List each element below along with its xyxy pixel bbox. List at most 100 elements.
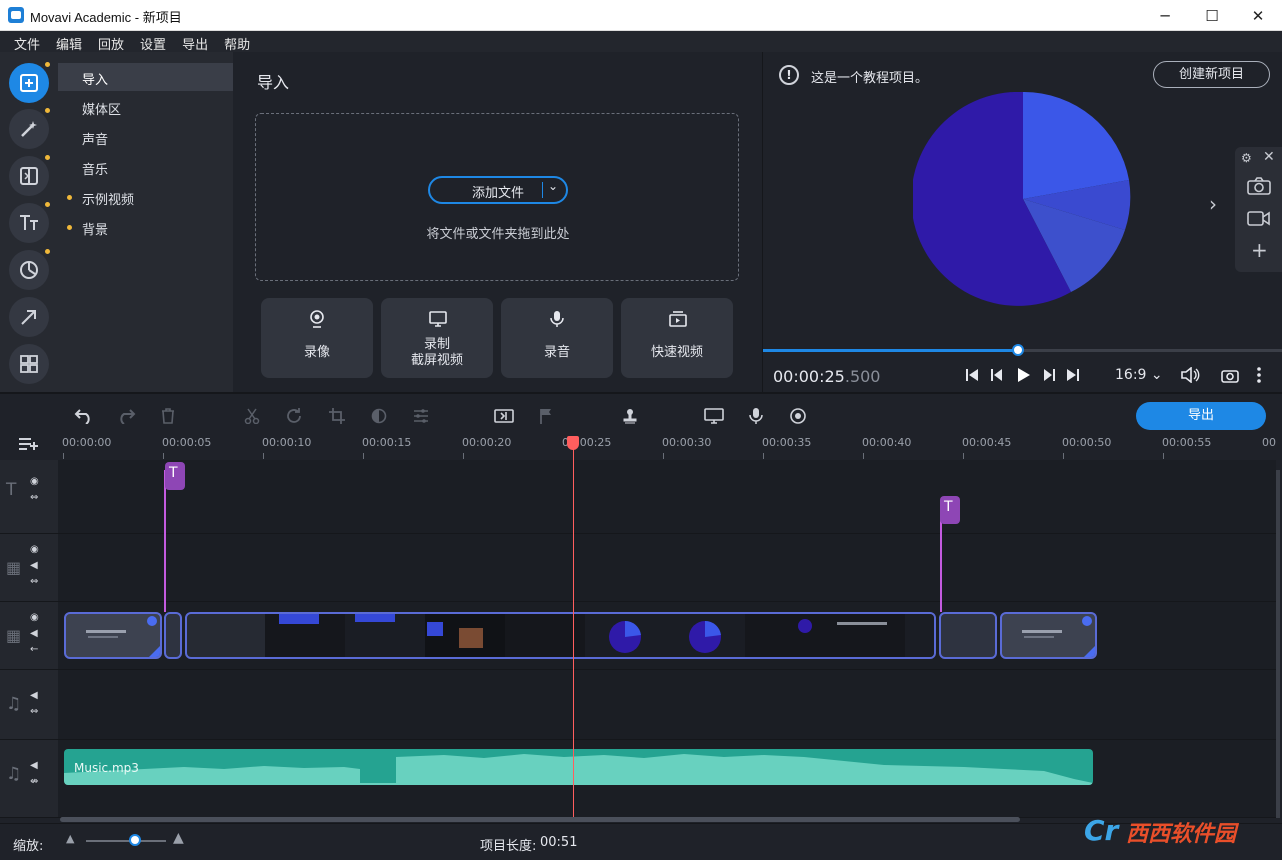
mountain-small-icon[interactable]: ▲ bbox=[66, 832, 74, 845]
filters-tool-button[interactable] bbox=[9, 108, 50, 149]
title-clip-marker[interactable]: T bbox=[165, 462, 185, 490]
nav-item-backgrounds[interactable]: 背景 bbox=[58, 213, 233, 241]
nav-item-sounds[interactable]: 声音 bbox=[58, 123, 233, 151]
record-screen-button[interactable]: 录制 截屏视频 bbox=[381, 298, 493, 378]
horizontal-scrollbar[interactable] bbox=[60, 817, 1020, 822]
undo-icon[interactable] bbox=[73, 405, 95, 427]
import-tool-button[interactable] bbox=[9, 62, 50, 103]
snapshot-icon[interactable] bbox=[1247, 177, 1271, 195]
webcam-icon[interactable] bbox=[787, 405, 809, 427]
transition-wizard-icon[interactable] bbox=[493, 405, 515, 427]
arrow-left-icon[interactable]: ← bbox=[30, 644, 38, 655]
stamp-icon[interactable] bbox=[619, 405, 641, 427]
more-options-icon[interactable] bbox=[1247, 365, 1271, 385]
skip-end-icon[interactable] bbox=[1061, 365, 1085, 385]
mountain-large-icon[interactable]: ▲ bbox=[173, 830, 184, 846]
zoom-slider[interactable] bbox=[86, 840, 166, 842]
timeline-ruler[interactable]: 00:00:00 00:00:05 00:00:10 00:00:15 00:0… bbox=[58, 436, 1282, 460]
music-clip[interactable]: Music.mp3 bbox=[64, 749, 1093, 785]
redo-icon[interactable] bbox=[115, 405, 137, 427]
menu-edit[interactable]: 编辑 bbox=[48, 31, 90, 53]
play-icon[interactable] bbox=[1011, 365, 1035, 385]
record-audio-button[interactable]: 录音 bbox=[501, 298, 613, 378]
playback-scrubber[interactable] bbox=[763, 344, 1282, 356]
nav-item-sample-videos[interactable]: 示例视频 bbox=[58, 183, 233, 211]
zoom-slider-handle[interactable] bbox=[129, 834, 141, 846]
link-icon[interactable]: ⇔ bbox=[30, 492, 38, 503]
outro-clip[interactable] bbox=[1000, 612, 1097, 659]
callouts-tool-button[interactable] bbox=[9, 297, 49, 337]
record-video-button[interactable]: 录像 bbox=[261, 298, 373, 378]
camera-icon[interactable] bbox=[1218, 365, 1242, 385]
menu-help[interactable]: 帮助 bbox=[216, 31, 258, 53]
speaker-icon[interactable]: ◀ bbox=[30, 690, 38, 701]
eye-icon[interactable]: ◉ bbox=[30, 544, 39, 555]
menu-file[interactable]: 文件 bbox=[6, 31, 48, 53]
crop-icon[interactable] bbox=[326, 405, 348, 427]
unlink-icon[interactable]: ⇎ bbox=[30, 776, 38, 787]
chevron-down-icon[interactable]: ⌄ bbox=[548, 179, 558, 193]
drop-zone[interactable]: 添加文件 ⌄ 将文件或文件夹拖到此处 bbox=[255, 113, 739, 281]
ruler-tick bbox=[763, 453, 764, 459]
close-button[interactable]: ✕ bbox=[1235, 0, 1281, 31]
eye-icon[interactable]: ◉ bbox=[30, 476, 39, 487]
speaker-icon[interactable]: ◀ bbox=[30, 628, 38, 639]
main-video-clip[interactable] bbox=[185, 612, 936, 659]
vertical-scrollbar[interactable] bbox=[1276, 470, 1280, 818]
nav-item-media[interactable]: 媒体区 bbox=[58, 93, 233, 121]
nav-label: 背景 bbox=[82, 223, 109, 238]
cut-icon[interactable] bbox=[241, 405, 263, 427]
screen-capture-icon[interactable] bbox=[703, 405, 725, 427]
minimize-button[interactable]: ─ bbox=[1142, 0, 1188, 31]
title-clip-marker[interactable]: T bbox=[940, 496, 960, 524]
nav-item-music[interactable]: 音乐 bbox=[58, 153, 233, 181]
close-icon[interactable]: ✕ bbox=[1263, 149, 1275, 165]
playhead-handle[interactable] bbox=[567, 436, 579, 450]
short-clip[interactable] bbox=[164, 612, 182, 659]
expand-panel-icon[interactable]: › bbox=[1209, 192, 1231, 232]
menu-playback[interactable]: 回放 bbox=[90, 31, 132, 53]
overlay-track[interactable] bbox=[58, 534, 1276, 602]
volume-icon[interactable] bbox=[1179, 365, 1203, 385]
audio-track[interactable] bbox=[58, 670, 1276, 740]
eye-icon[interactable]: ◉ bbox=[30, 612, 39, 623]
more-tools-button[interactable] bbox=[9, 344, 49, 384]
ruler-label: 00:00:30 bbox=[662, 436, 712, 449]
plus-icon[interactable]: + bbox=[1251, 238, 1268, 262]
clip-properties-icon[interactable] bbox=[410, 405, 432, 427]
scrubber-handle[interactable] bbox=[1011, 344, 1024, 356]
skip-start-icon[interactable] bbox=[960, 365, 984, 385]
speaker-icon[interactable]: ◀ bbox=[30, 560, 38, 571]
export-button[interactable]: 导出 bbox=[1136, 402, 1266, 430]
transitions-tool-button[interactable] bbox=[9, 155, 50, 196]
maximize-button[interactable]: ☐ bbox=[1189, 0, 1235, 31]
menu-export[interactable]: 导出 bbox=[174, 31, 216, 53]
gear-icon[interactable]: ⚙ bbox=[1241, 151, 1252, 165]
next-frame-icon[interactable] bbox=[1037, 365, 1061, 385]
stickers-tool-button[interactable] bbox=[9, 249, 50, 290]
timecode: 00:00:25.500 bbox=[773, 367, 880, 386]
add-files-button[interactable]: 添加文件 ⌄ bbox=[428, 176, 568, 204]
title-track[interactable] bbox=[58, 460, 1276, 534]
playhead[interactable] bbox=[573, 436, 574, 818]
color-adjust-icon[interactable] bbox=[368, 405, 390, 427]
aspect-ratio-select[interactable]: 16:9 ⌄ bbox=[1115, 367, 1163, 383]
rotate-icon[interactable] bbox=[283, 405, 305, 427]
titles-tool-button[interactable] bbox=[9, 202, 50, 243]
create-new-project-button[interactable]: 创建新项目 bbox=[1153, 61, 1270, 88]
link-icon[interactable]: ⇔ bbox=[30, 706, 38, 717]
link-icon[interactable]: ⇔ bbox=[30, 576, 38, 587]
import-icon bbox=[20, 74, 38, 92]
add-track-icon[interactable] bbox=[18, 436, 42, 452]
quick-video-button[interactable]: 快速视频 bbox=[621, 298, 733, 378]
speaker-icon[interactable]: ◀ bbox=[30, 760, 38, 771]
video-camera-icon[interactable] bbox=[1247, 209, 1271, 227]
gap-clip[interactable] bbox=[939, 612, 997, 659]
menu-settings[interactable]: 设置 bbox=[132, 31, 174, 53]
intro-clip[interactable] bbox=[64, 612, 162, 659]
delete-icon[interactable] bbox=[157, 405, 179, 427]
microphone-icon[interactable] bbox=[745, 405, 767, 427]
previous-frame-icon[interactable] bbox=[985, 365, 1009, 385]
flag-icon[interactable] bbox=[535, 405, 557, 427]
nav-item-import[interactable]: 导入 bbox=[58, 63, 233, 91]
